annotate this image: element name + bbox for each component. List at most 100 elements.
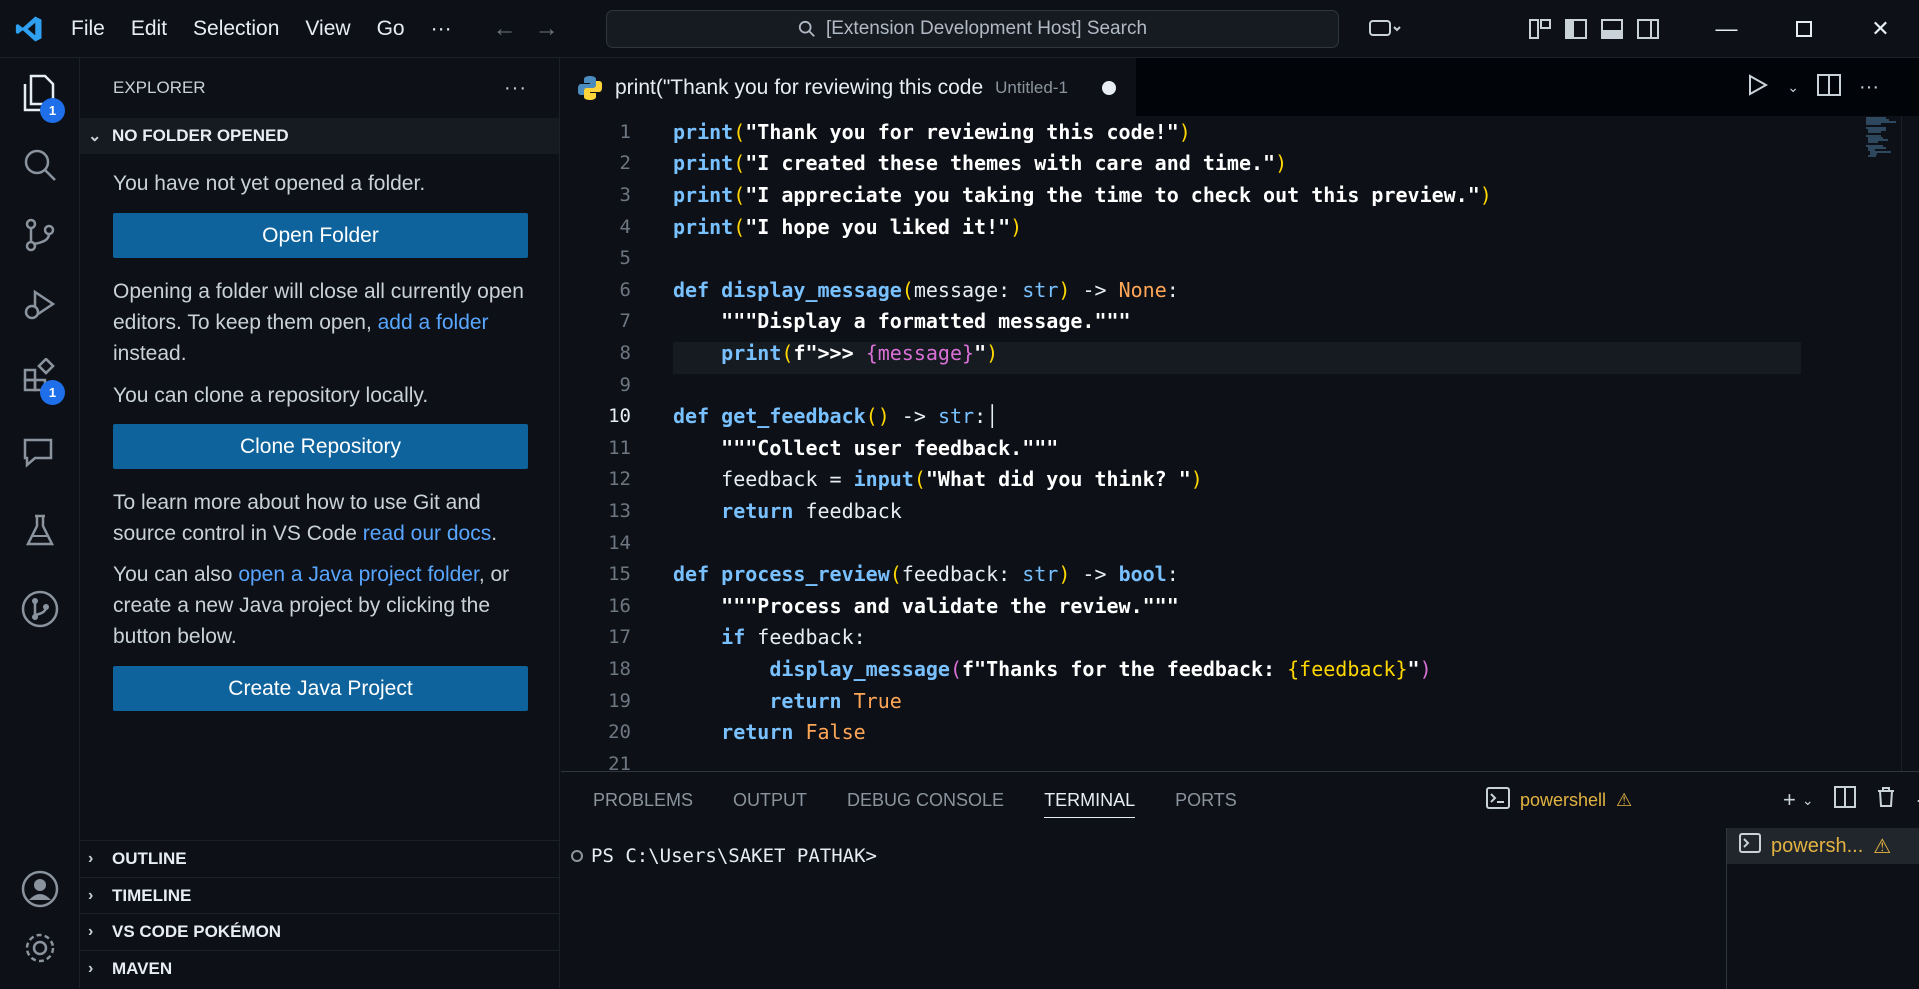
source-control-icon[interactable] (0, 200, 80, 270)
code-line[interactable]: 19 return True (561, 685, 1801, 717)
terminal-list-item[interactable]: powersh... ⚠ (1727, 828, 1919, 864)
testing-icon[interactable] (0, 496, 80, 566)
code-line[interactable]: 15 def process_review(feedback: str) -> b… (561, 558, 1801, 590)
line-content: print("I created these themes with care … (673, 151, 1288, 176)
tab-ports[interactable]: PORTS (1175, 772, 1237, 828)
toggle-sidebar-icon[interactable] (1558, 0, 1594, 58)
clone-repository-button[interactable]: Clone Repository (113, 424, 528, 469)
menu-go[interactable]: Go (364, 17, 418, 41)
unsaved-dot-icon[interactable] (1102, 81, 1116, 95)
split-editor-icon[interactable] (1817, 73, 1842, 101)
menu-file[interactable]: File (58, 17, 118, 41)
code-line[interactable]: 16 """Process and validate the review.""… (561, 590, 1801, 622)
editor-tab-untitled-1[interactable]: print("Thank you for reviewing this code… (561, 58, 1136, 116)
toggle-panel-icon[interactable] (1594, 0, 1630, 58)
maximize-icon[interactable] (1765, 0, 1842, 58)
close-icon[interactable]: ✕ (1842, 0, 1919, 58)
code-line[interactable]: 6 def display_message(message: str) -> No… (561, 274, 1801, 306)
line-number: 1 (619, 120, 631, 143)
tab-debug-console[interactable]: DEBUG CONSOLE (847, 772, 1004, 828)
code-editor[interactable]: 1 print("Thank you for reviewing this cod… (561, 116, 1901, 775)
info-text-end: instead. (113, 342, 187, 365)
line-number: 18 (608, 657, 631, 680)
line-content: return False (721, 720, 866, 745)
git-graph-icon[interactable] (0, 574, 80, 644)
kill-terminal-trash-icon[interactable] (1876, 786, 1896, 814)
code-line[interactable]: 2 print("I created these themes with care… (561, 148, 1801, 180)
code-line[interactable]: 8 print(f">>> {message}") (561, 337, 1801, 369)
customize-layout-icon[interactable] (1522, 0, 1558, 58)
command-center-search[interactable]: [Extension Development Host] Search (606, 10, 1339, 48)
forward-arrow-icon[interactable]: → (535, 15, 559, 43)
code-line[interactable]: 11 """Collect user feedback.""" (561, 432, 1801, 464)
section-title: NO FOLDER OPENED (112, 126, 289, 145)
line-number: 2 (619, 152, 631, 175)
more-actions-icon[interactable]: ··· (504, 77, 527, 100)
warning-icon: ⚠ (1616, 789, 1633, 810)
section-pokemon[interactable]: › VS CODE POKÉMON (80, 913, 560, 949)
menu-selection[interactable]: Selection (180, 17, 292, 41)
run-debug-icon[interactable] (0, 270, 80, 340)
section-outline[interactable]: › OUTLINE (80, 840, 560, 876)
back-arrow-icon[interactable]: ← (493, 15, 517, 43)
read-docs-link[interactable]: read our docs (363, 522, 491, 545)
create-java-project-button[interactable]: Create Java Project (113, 666, 528, 711)
split-terminal-icon[interactable] (1833, 786, 1856, 814)
run-python-icon[interactable] (1747, 73, 1769, 101)
tab-problems[interactable]: PROBLEMS (593, 772, 693, 828)
code-line[interactable]: 1 print("Thank you for reviewing this cod… (561, 116, 1801, 148)
run-dropdown-chevron-icon[interactable]: ⌄ (1787, 79, 1799, 96)
toggle-secondary-sidebar-icon[interactable] (1630, 0, 1666, 58)
code-line[interactable]: 7 """Display a formatted message.""" (561, 306, 1801, 338)
extensions-icon[interactable]: 1 (0, 340, 80, 410)
code-line[interactable]: 4 print("I hope you liked it!") (561, 211, 1801, 243)
editor-scrollbar[interactable] (1901, 116, 1919, 771)
code-line[interactable]: 5 (561, 242, 1801, 274)
code-line[interactable]: 10 def get_feedback() -> str:│ (561, 400, 1801, 432)
menu-more[interactable]: ··· (418, 17, 465, 41)
chat-icon[interactable] (0, 418, 80, 488)
open-java-project-link[interactable]: open a Java project folder (238, 563, 479, 586)
section-maven[interactable]: › MAVEN (80, 950, 560, 986)
terminal-dropdown-chevron-icon[interactable]: ⌄ (1802, 792, 1814, 809)
line-number: 12 (608, 468, 631, 491)
terminal-output[interactable]: PS C:\Users\SAKET PATHAK> (561, 828, 1706, 988)
code-line[interactable]: 9 (561, 369, 1801, 401)
menu-view[interactable]: View (292, 17, 363, 41)
line-content: def process_review(feedback: str) -> boo… (673, 562, 1179, 587)
code-line[interactable]: 13 return feedback (561, 495, 1801, 527)
section-timeline[interactable]: › TIMELINE (80, 877, 560, 913)
sidebar-title: EXPLORER (113, 78, 206, 97)
add-folder-link[interactable]: add a folder (378, 311, 489, 334)
editor-more-icon[interactable]: ··· (1859, 76, 1879, 99)
line-content: if feedback: (721, 625, 866, 650)
menu-edit[interactable]: Edit (118, 17, 180, 41)
chevron-down-icon: ⌄ (88, 128, 102, 145)
code-line[interactable]: 17 if feedback: (561, 622, 1801, 654)
search-icon[interactable] (0, 130, 80, 200)
code-line[interactable]: 14 (561, 527, 1801, 559)
tab-output[interactable]: OUTPUT (733, 772, 807, 828)
code-line[interactable]: 20 return False (561, 716, 1801, 748)
code-line[interactable]: 12 feedback = input("What did you think?… (561, 464, 1801, 496)
code-line[interactable]: 3 print("I appreciate you taking the time… (561, 179, 1801, 211)
explorer-icon[interactable]: 1 (0, 58, 80, 128)
panel-more-icon[interactable]: ··· (1916, 790, 1919, 811)
terminal-shell-name[interactable]: powershell (1520, 790, 1606, 811)
minimap (1866, 117, 1896, 157)
java-info-text: You can also (113, 563, 239, 586)
line-number: 4 (619, 215, 631, 238)
java-info: You can also open a Java project folder,… (80, 559, 559, 652)
line-content: return feedback (721, 498, 902, 523)
open-folder-button[interactable]: Open Folder (113, 213, 528, 258)
editor-tabs: print("Thank you for reviewing this code… (561, 58, 1919, 116)
tab-terminal[interactable]: TERMINAL (1044, 772, 1136, 828)
code-line[interactable]: 18 display_message(f"Thanks for the feed… (561, 653, 1801, 685)
line-number: 17 (608, 626, 631, 649)
section-header-no-folder[interactable]: ⌄ NO FOLDER OPENED (80, 118, 559, 154)
new-terminal-plus-icon[interactable]: + (1783, 787, 1796, 813)
minimize-icon[interactable]: — (1688, 0, 1765, 58)
line-content: print("I hope you liked it!") (673, 214, 1023, 239)
settings-gear-icon[interactable] (0, 913, 80, 983)
copilot-chat-icon[interactable] (1355, 0, 1415, 58)
